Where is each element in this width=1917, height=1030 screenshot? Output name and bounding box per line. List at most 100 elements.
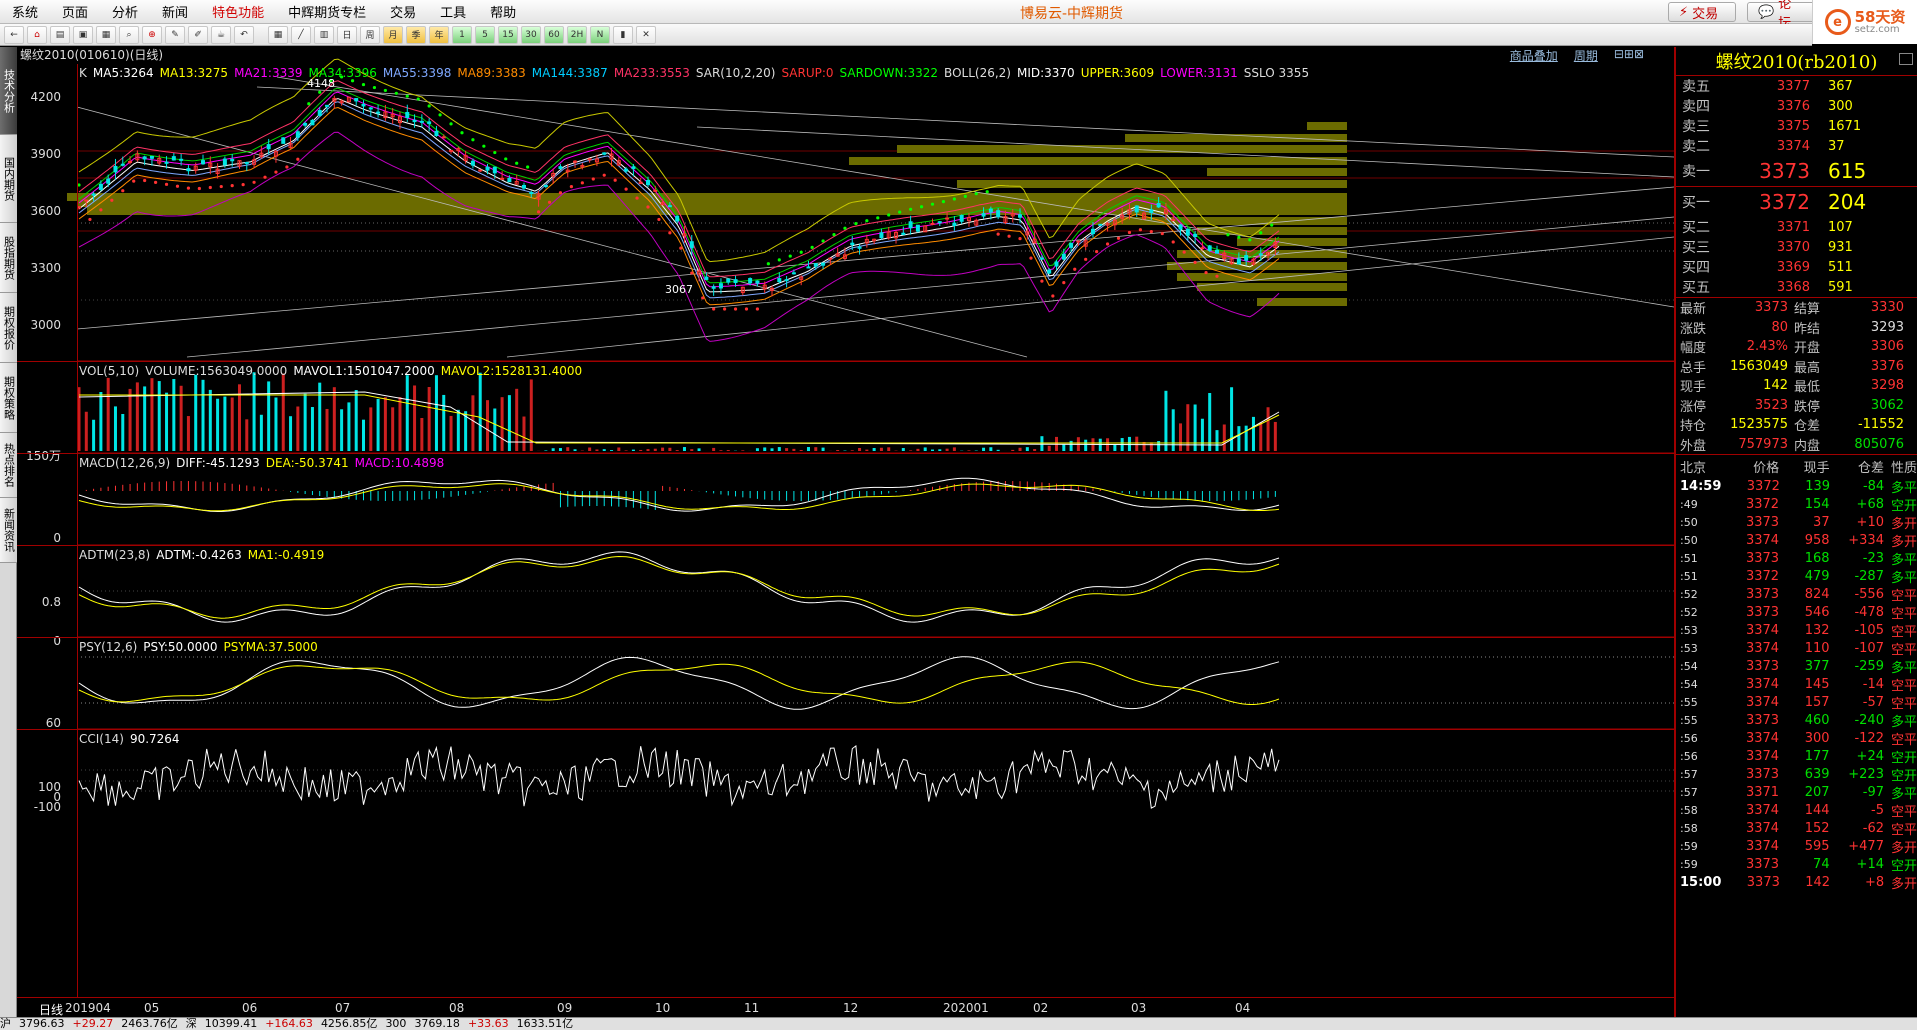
folder-icon[interactable]: ▣ (73, 25, 93, 44)
tick-oi-change: -97 (1862, 784, 1884, 800)
menu-item[interactable]: 分析 (100, 2, 150, 21)
tick-time: :53 (1680, 641, 1698, 655)
quarter-icon[interactable]: 季 (406, 25, 426, 44)
tick-oi-change: -556 (1854, 586, 1884, 602)
table-icon[interactable]: ▦ (268, 25, 288, 44)
custom-icon[interactable]: N (590, 25, 610, 44)
tick-price: 3373 (1745, 604, 1780, 620)
30min-icon[interactable]: 30 (521, 25, 541, 44)
sidebar-tab[interactable]: 新闻资讯 (0, 498, 17, 563)
sidebar-tab[interactable]: 股指期货 (0, 223, 17, 293)
tick-time: :55 (1680, 713, 1698, 727)
tick-row: :51 3373 168 -23 多平 (1676, 549, 1917, 568)
chart-link[interactable]: 商品叠加 (1510, 47, 1558, 64)
back-icon[interactable]: ← (4, 25, 24, 44)
tick-row: :56 3374 177 +24 空开 (1676, 747, 1917, 766)
15min-icon[interactable]: 15 (498, 25, 518, 44)
year-icon[interactable]: 年 (429, 25, 449, 44)
tick-type: 多平 (1891, 552, 1917, 568)
60min-icon[interactable]: 60 (544, 25, 564, 44)
tick-volume: 460 (1804, 712, 1830, 728)
tick-price: 3373 (1745, 658, 1780, 674)
menu-item[interactable]: 交易 (378, 2, 428, 21)
legend-psy: PSY(12,6) PSY:50.0000 PSYMA:37.5000 (79, 640, 324, 654)
menu-item[interactable]: 帮助 (478, 2, 528, 21)
bid-row[interactable]: 买四 3369 511 (1676, 257, 1917, 277)
tick-time: :56 (1680, 731, 1698, 745)
bid-label: 买一 (1682, 195, 1710, 211)
week-icon[interactable]: 周 (360, 25, 380, 44)
bar-icon[interactable]: ▮ (613, 25, 633, 44)
forum-button[interactable]: 💬论坛 (1747, 0, 1815, 31)
legend-item: ADTM(23,8) (79, 548, 151, 562)
panel-adtm: ADTM(23,8) ADTM:-0.4263 MA1:-0.4919 0.8 0 (17, 545, 1674, 648)
ask-row[interactable]: 卖二 3374 37 (1676, 136, 1917, 156)
1min-icon[interactable]: 1 (452, 25, 472, 44)
menu-item[interactable]: 新闻 (150, 2, 200, 21)
chart-area[interactable]: 4148 3067 螺纹2010(010610)(日线) 商品叠加 周期 ⊟⊞⊠ KM… (17, 47, 1674, 1017)
ask-row[interactable]: 卖一 3373 615 (1676, 156, 1917, 186)
tick-volume: 145 (1804, 676, 1830, 692)
sidebar-tab[interactable]: 期权报价 (0, 293, 17, 363)
5min-icon[interactable]: 5 (475, 25, 495, 44)
sidebar-tab[interactable]: 国内期货 (0, 135, 17, 223)
bid-row[interactable]: 买三 3370 931 (1676, 237, 1917, 257)
tick-oi-change: -62 (1862, 820, 1884, 836)
status-item: 沪 (0, 1017, 11, 1030)
legend-item: PSY:50.0000 (143, 640, 218, 654)
tick-list[interactable]: 14:59 3372 139 -84 多平:49 3372 154 +68 空开:50 3373 3… (1676, 477, 1917, 892)
tick-type: 多平 (1891, 786, 1917, 802)
2h-icon[interactable]: 2H (567, 25, 587, 44)
menu-item[interactable]: 页面 (50, 2, 100, 21)
zoom-in-icon[interactable]: ⊕ (142, 25, 162, 44)
logo-domain: setz.com (1854, 23, 1900, 35)
tick-oi-change: -57 (1862, 694, 1884, 710)
calendar-icon[interactable]: 日 (337, 25, 357, 44)
search-icon[interactable]: ⌕ (119, 25, 139, 44)
bid-row[interactable]: 买二 3371 107 (1676, 217, 1917, 237)
pen-icon[interactable]: ✎ (165, 25, 185, 44)
stat-label: 幅度 (1680, 341, 1707, 357)
chart-icon[interactable]: ▦ (96, 25, 116, 44)
tick-volume: 639 (1804, 766, 1830, 782)
sidebar-tab[interactable]: 期权策略 (0, 363, 17, 433)
chart-link[interactable]: 周期 (1574, 47, 1598, 64)
cup-icon[interactable]: ☕ (211, 25, 231, 44)
grid-icon[interactable]: ▥ (314, 25, 334, 44)
ask-row[interactable]: 卖四 3376 300 (1676, 96, 1917, 116)
brand-logo[interactable]: e 58天资 setz.com (1812, 0, 1917, 44)
month-icon[interactable]: 月 (383, 25, 403, 44)
sidebar-tab[interactable]: 技术分析 (0, 47, 17, 135)
status-item: 4256.85亿 (320, 1017, 378, 1030)
status-item: 300 (385, 1017, 407, 1030)
bid-row[interactable]: 买五 3368 591 (1676, 277, 1917, 297)
x-tick-label: 12 (843, 1001, 859, 1015)
tick-volume: 958 (1804, 532, 1830, 548)
x-axis-label: 日线 (39, 1003, 64, 1017)
menu-item[interactable]: 特色功能 (200, 2, 276, 21)
stat-label: 持仓 (1680, 419, 1707, 435)
tick-volume: 152 (1804, 820, 1830, 836)
x-tick-label: 09 (557, 1001, 573, 1015)
stat-value: 1523575 (1730, 417, 1788, 433)
menu-item[interactable]: 系统 (0, 2, 50, 21)
tick-volume: 168 (1804, 550, 1830, 566)
menu-item[interactable]: 工具 (428, 2, 478, 21)
close-icon[interactable]: ✕ (636, 25, 656, 44)
tick-oi-change: +223 (1848, 766, 1884, 782)
line-icon[interactable]: ╱ (291, 25, 311, 44)
bid-row[interactable]: 买一 3372 204 (1676, 187, 1917, 217)
home-icon[interactable]: ⌂ (27, 25, 47, 44)
undo-icon[interactable]: ↶ (234, 25, 254, 44)
tick-volume: 595 (1804, 838, 1830, 854)
legend-item: 90.7264 (129, 732, 180, 746)
window-controls-icon[interactable]: ⊟⊞⊠ (1614, 47, 1644, 64)
ask-row[interactable]: 卖五 3377 367 (1676, 76, 1917, 96)
sidebar-tab[interactable]: 热点排名 (0, 433, 17, 498)
book-icon[interactable]: ▤ (50, 25, 70, 44)
menu-item[interactable]: 中辉期货专栏 (276, 2, 378, 21)
window-icon[interactable] (1899, 53, 1913, 65)
ask-row[interactable]: 卖三 3375 1671 (1676, 116, 1917, 136)
trade-button[interactable]: ⚡ 交易 (1668, 2, 1736, 22)
brush-icon[interactable]: ✐ (188, 25, 208, 44)
